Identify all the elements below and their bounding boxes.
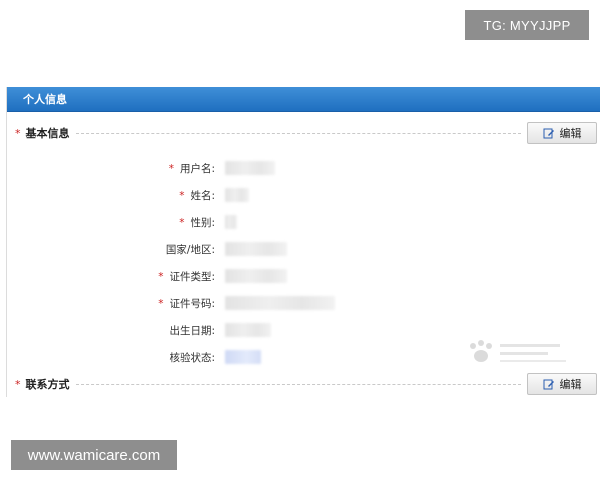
field-row-gender: * 性别:	[7, 212, 600, 232]
required-marker: *	[179, 216, 185, 229]
field-row-id-number: * 证件号码:	[7, 293, 600, 313]
section-divider	[75, 383, 521, 385]
field-label: 出生日期:	[7, 323, 221, 338]
tg-watermark-badge: TG: MYYJJPP	[465, 10, 589, 40]
field-label-text: 姓名:	[190, 189, 215, 202]
panel-title: 个人信息	[23, 93, 67, 106]
section-title-basic: 基本信息	[25, 127, 70, 140]
blurred-status-value	[225, 350, 261, 364]
blurred-value	[225, 242, 287, 256]
field-row-username: * 用户名:	[7, 158, 600, 178]
field-label: * 用户名:	[7, 161, 221, 176]
required-marker: *	[158, 270, 164, 283]
required-marker: *	[179, 189, 185, 202]
field-label: 国家/地区:	[7, 242, 221, 257]
field-label-text: 核验状态:	[169, 351, 215, 364]
section-basic-info: * 基本信息 编辑	[7, 122, 600, 144]
section-contact: * 联系方式 编辑	[7, 373, 600, 395]
section-divider	[75, 132, 521, 134]
section-title-contact: 联系方式	[25, 378, 70, 391]
field-label: 核验状态:	[7, 350, 221, 365]
site-watermark-text: www.wamicare.com	[27, 446, 161, 464]
field-label-text: 性别:	[190, 216, 215, 229]
field-row-id-type: * 证件类型:	[7, 266, 600, 286]
panel-header: 个人信息	[7, 87, 600, 112]
field-label-text: 国家/地区:	[165, 243, 215, 256]
edit-pencil-icon	[543, 128, 554, 139]
field-label-text: 用户名:	[179, 162, 215, 175]
blurred-value	[225, 161, 275, 175]
blurred-value	[225, 296, 335, 310]
edit-contact-button[interactable]: 编辑	[527, 373, 597, 395]
field-label: * 性别:	[7, 215, 221, 230]
field-label: * 证件号码:	[7, 296, 221, 311]
required-marker: *	[15, 377, 21, 391]
edit-pencil-icon	[543, 379, 554, 390]
field-label: * 姓名:	[7, 188, 221, 203]
field-label: * 证件类型:	[7, 269, 221, 284]
edit-basic-info-button[interactable]: 编辑	[527, 122, 597, 144]
tg-watermark-text: TG: MYYJJPP	[483, 17, 571, 33]
required-marker: *	[15, 126, 21, 140]
required-marker: *	[168, 162, 174, 175]
blurred-value	[225, 323, 271, 337]
required-marker: *	[158, 297, 164, 310]
field-row-name: * 姓名:	[7, 185, 600, 205]
edit-button-label: 编辑	[559, 127, 582, 140]
field-label-text: 证件类型:	[169, 270, 215, 283]
edit-button-label: 编辑	[559, 378, 582, 391]
paw-watermark-icon	[470, 340, 566, 362]
blurred-value	[225, 215, 237, 229]
site-watermark-badge: www.wamicare.com	[11, 440, 177, 470]
blurred-value	[225, 269, 287, 283]
blurred-value	[225, 188, 249, 202]
field-row-country: 国家/地区:	[7, 239, 600, 259]
field-label-text: 出生日期:	[169, 324, 215, 337]
field-label-text: 证件号码:	[169, 297, 215, 310]
